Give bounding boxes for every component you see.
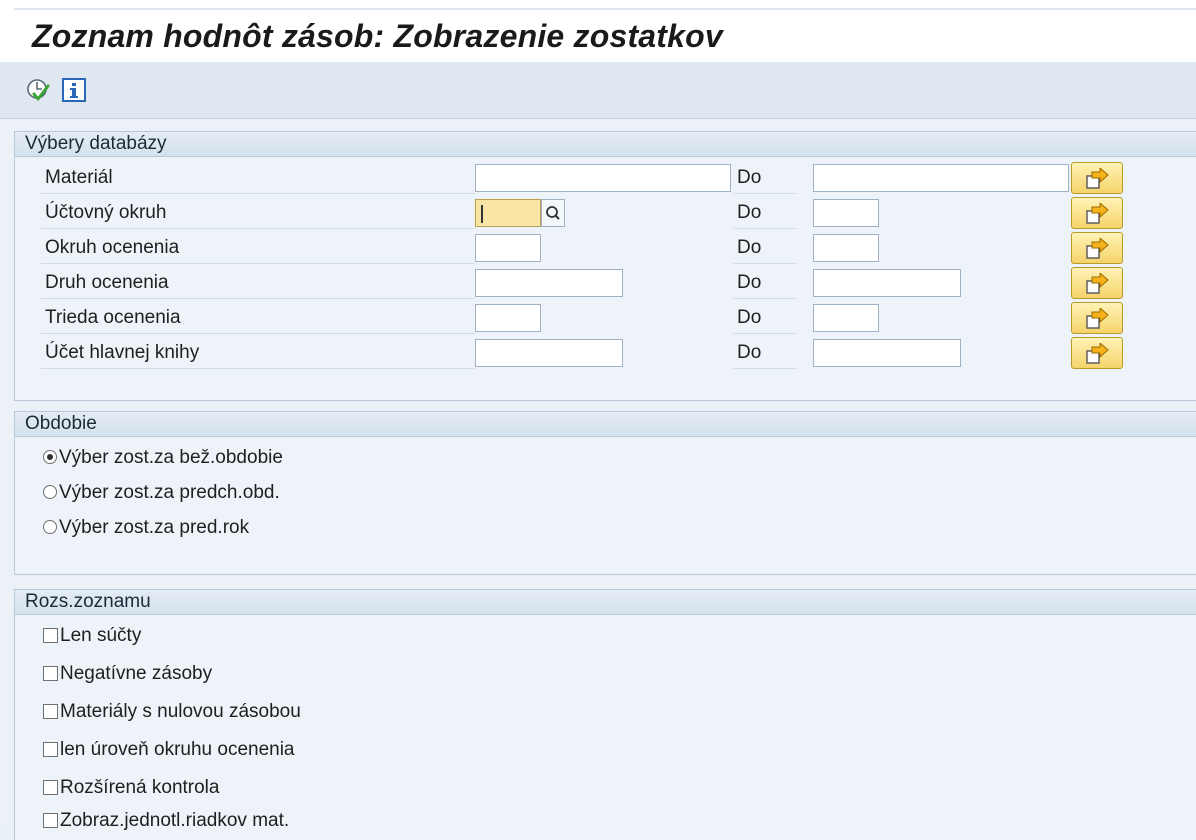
radio-option-current-period[interactable]: Výber zost.za bež.obdobie	[43, 441, 283, 475]
multiple-selection-icon	[1086, 343, 1109, 364]
row-divider	[733, 333, 797, 334]
title-divider	[14, 8, 1196, 10]
info-button[interactable]	[62, 78, 86, 102]
radio-option-previous-period[interactable]: Výber zost.za predch.obd.	[43, 476, 280, 510]
valuation-type-from-input[interactable]	[475, 269, 623, 297]
search-help-button[interactable]	[541, 199, 565, 227]
to-label: Do	[737, 272, 762, 293]
radio-button[interactable]	[43, 520, 57, 534]
row-divider	[733, 193, 797, 194]
checkbox-label: Negatívne zásoby	[60, 663, 213, 684]
field-label: Trieda ocenenia	[45, 307, 181, 328]
radio-label: Výber zost.za bež.obdobie	[59, 447, 283, 468]
selection-row-valuation-area: Okruh ocenenia Do	[15, 231, 1196, 265]
field-label: Okruh ocenenia	[45, 237, 180, 258]
radio-button[interactable]	[43, 450, 57, 464]
list-scope-group: Rozs.zoznamu Len súčty Negatívne zásoby …	[14, 589, 1196, 840]
checkbox-label: Rozšírená kontrola	[60, 777, 220, 798]
search-icon	[546, 206, 560, 220]
row-divider	[733, 228, 797, 229]
row-divider	[41, 228, 475, 229]
database-selections-group: Výbery databázy Materiál Do Účtovný okru…	[14, 131, 1196, 401]
gl-account-to-input[interactable]	[813, 339, 961, 367]
multiple-selection-icon	[1086, 308, 1109, 329]
to-label: Do	[737, 342, 762, 363]
radio-button[interactable]	[43, 485, 57, 499]
valuation-class-to-input[interactable]	[813, 304, 879, 332]
material-to-input[interactable]	[813, 164, 1069, 192]
multiple-selection-button[interactable]	[1071, 162, 1123, 194]
multiple-selection-icon	[1086, 203, 1109, 224]
to-label: Do	[737, 167, 762, 188]
radio-label: Výber zost.za predch.obd.	[59, 482, 280, 503]
checkbox[interactable]	[43, 813, 58, 828]
company-code-from-input[interactable]	[475, 199, 541, 227]
field-label: Účet hlavnej knihy	[45, 342, 200, 363]
text-cursor	[481, 205, 483, 223]
checkbox[interactable]	[43, 628, 58, 643]
selection-row-gl-account: Účet hlavnej knihy Do	[15, 336, 1196, 370]
row-divider	[733, 263, 797, 264]
row-divider	[41, 193, 475, 194]
checkbox-option-totals-only[interactable]: Len súčty	[43, 619, 141, 653]
checkbox-label: Len súčty	[60, 625, 142, 646]
checkbox-option-valuation-area-level[interactable]: len úroveň okruhu ocenenia	[43, 733, 295, 767]
checkbox-option-negative-stocks[interactable]: Negatívne zásoby	[43, 657, 212, 691]
checkbox-label: Materiály s nulovou zásobou	[60, 701, 301, 722]
title-bar: Zoznam hodnôt zásob: Zobrazenie zostatko…	[0, 0, 1196, 62]
checkbox-option-extended-check[interactable]: Rozšírená kontrola	[43, 771, 219, 805]
row-divider	[41, 298, 475, 299]
selection-screen: Výbery databázy Materiál Do Účtovný okru…	[0, 119, 1196, 840]
to-label: Do	[737, 237, 762, 258]
row-divider	[733, 298, 797, 299]
row-divider	[733, 368, 797, 369]
multiple-selection-icon	[1086, 238, 1109, 259]
checkbox-label: len úroveň okruhu ocenenia	[60, 739, 295, 760]
valuation-type-to-input[interactable]	[813, 269, 961, 297]
field-label: Účtovný okruh	[45, 202, 167, 223]
application-toolbar	[0, 62, 1196, 119]
multiple-selection-button[interactable]	[1071, 267, 1123, 299]
row-divider	[41, 368, 475, 369]
execute-button[interactable]	[26, 78, 50, 102]
page-title: Zoznam hodnôt zásob: Zobrazenie zostatko…	[32, 18, 723, 54]
to-label: Do	[737, 202, 762, 223]
field-label: Materiál	[45, 167, 113, 188]
row-divider	[41, 333, 475, 334]
multiple-selection-icon	[1086, 168, 1109, 189]
selection-row-valuation-type: Druh ocenenia Do	[15, 266, 1196, 300]
gl-account-from-input[interactable]	[475, 339, 623, 367]
to-label: Do	[737, 307, 762, 328]
selection-row-material: Materiál Do	[15, 161, 1196, 195]
multiple-selection-button[interactable]	[1071, 197, 1123, 229]
execute-icon	[27, 79, 50, 101]
valuation-area-from-input[interactable]	[475, 234, 541, 262]
material-from-input[interactable]	[475, 164, 731, 192]
valuation-area-to-input[interactable]	[813, 234, 879, 262]
row-divider	[41, 263, 475, 264]
checkbox-option-show-material-lines[interactable]: Zobraz.jednotl.riadkov mat.	[43, 804, 289, 838]
group-header: Rozs.zoznamu	[15, 590, 1196, 615]
radio-label: Výber zost.za pred.rok	[59, 517, 250, 538]
info-icon	[62, 78, 86, 102]
valuation-class-from-input[interactable]	[475, 304, 541, 332]
selection-row-company-code: Účtovný okruh Do	[15, 196, 1196, 230]
checkbox[interactable]	[43, 742, 58, 757]
company-code-to-input[interactable]	[813, 199, 879, 227]
checkbox[interactable]	[43, 780, 58, 795]
group-header: Výbery databázy	[15, 132, 1196, 157]
checkbox[interactable]	[43, 704, 58, 719]
multiple-selection-button[interactable]	[1071, 232, 1123, 264]
group-header: Obdobie	[15, 412, 1196, 437]
period-group: Obdobie Výber zost.za bež.obdobie Výber …	[14, 411, 1196, 575]
checkbox[interactable]	[43, 666, 58, 681]
selection-row-valuation-class: Trieda ocenenia Do	[15, 301, 1196, 335]
field-label: Druh ocenenia	[45, 272, 169, 293]
multiple-selection-icon	[1086, 273, 1109, 294]
checkbox-option-zero-stock-materials[interactable]: Materiály s nulovou zásobou	[43, 695, 301, 729]
radio-option-previous-year[interactable]: Výber zost.za pred.rok	[43, 511, 249, 545]
multiple-selection-button[interactable]	[1071, 337, 1123, 369]
multiple-selection-button[interactable]	[1071, 302, 1123, 334]
